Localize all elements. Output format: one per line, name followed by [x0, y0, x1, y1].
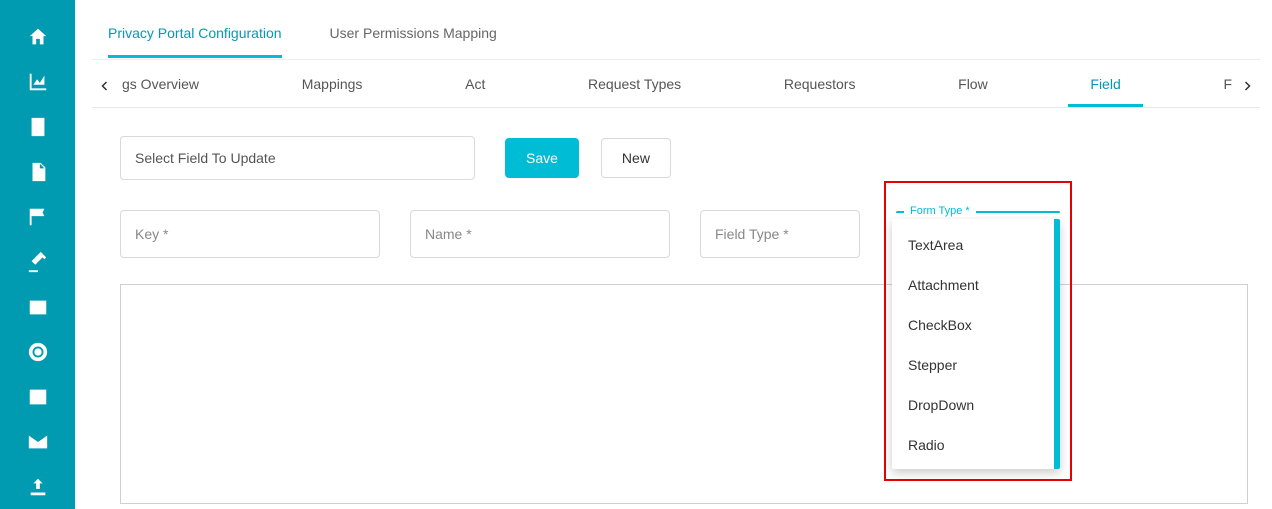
dropdown-options-list: TextArea Attachment CheckBox Stepper Dro…	[892, 219, 1060, 469]
option-stepper[interactable]: Stepper	[892, 345, 1060, 385]
sub-tabs: gs Overview Mappings Act Request Types R…	[118, 64, 1234, 107]
option-attachment[interactable]: Attachment	[892, 265, 1060, 305]
chevron-right-icon	[1241, 80, 1253, 92]
chart-icon	[27, 71, 49, 93]
nav-lifebuoy[interactable]	[0, 329, 75, 374]
content-area	[120, 284, 1248, 504]
key-input[interactable]: Key *	[120, 210, 380, 258]
new-button[interactable]: New	[601, 138, 671, 178]
nav-home[interactable]	[0, 14, 75, 59]
select-field-placeholder: Select Field To Update	[135, 150, 276, 166]
toolbar: Select Field To Update Save New	[120, 136, 671, 180]
sub-tab-overview[interactable]: gs Overview	[118, 64, 221, 107]
file-icon	[27, 161, 49, 183]
sub-tabs-container: gs Overview Mappings Act Request Types R…	[92, 64, 1260, 108]
nav-gavel[interactable]	[0, 239, 75, 284]
nav-upload[interactable]	[0, 464, 75, 509]
name-input-label: Name *	[425, 226, 472, 242]
tab-privacy-portal-config[interactable]: Privacy Portal Configuration	[108, 11, 282, 58]
newspaper-icon	[27, 386, 49, 408]
side-nav	[0, 0, 75, 509]
sub-tab-request-types[interactable]: Request Types	[566, 64, 703, 107]
dropdown-scrollbar[interactable]	[1054, 219, 1060, 469]
envelope-icon	[27, 431, 49, 453]
nav-envelope[interactable]	[0, 419, 75, 464]
option-checkbox[interactable]: CheckBox	[892, 305, 1060, 345]
save-button[interactable]: Save	[505, 138, 579, 178]
key-input-label: Key *	[135, 226, 168, 242]
lifebuoy-icon	[27, 341, 49, 363]
fieldset-border	[970, 211, 1060, 213]
name-input[interactable]: Name *	[410, 210, 670, 258]
form-type-dropdown-wrap: Form Type * TextArea Attachment CheckBox…	[884, 181, 1072, 481]
nav-newspaper[interactable]	[0, 374, 75, 419]
top-tabs: Privacy Portal Configuration User Permis…	[92, 10, 1260, 60]
option-dropdown[interactable]: DropDown	[892, 385, 1060, 425]
nav-flag[interactable]	[0, 194, 75, 239]
flag-icon	[27, 206, 49, 228]
scroll-right-button[interactable]	[1234, 64, 1260, 107]
inbox-icon	[27, 296, 49, 318]
building-icon	[27, 116, 49, 138]
gavel-icon	[27, 251, 49, 273]
nav-file[interactable]	[0, 149, 75, 194]
sub-tab-next-partial[interactable]: F	[1201, 64, 1234, 107]
scroll-left-button[interactable]	[92, 64, 118, 107]
option-textarea[interactable]: TextArea	[892, 225, 1060, 265]
sub-tab-mappings[interactable]: Mappings	[280, 64, 385, 107]
upload-icon	[27, 476, 49, 498]
sub-tab-field[interactable]: Field	[1068, 64, 1142, 107]
sub-tab-flow[interactable]: Flow	[936, 64, 1010, 107]
sub-tab-requestors[interactable]: Requestors	[762, 64, 878, 107]
field-type-input[interactable]: Field Type *	[700, 210, 860, 258]
chevron-left-icon	[99, 80, 111, 92]
field-type-input-label: Field Type *	[715, 226, 789, 242]
form-type-dropdown[interactable]: TextArea Attachment CheckBox Stepper Dro…	[892, 219, 1060, 469]
select-field-to-update[interactable]: Select Field To Update	[120, 136, 475, 180]
fields-row: Key * Name * Field Type *	[120, 210, 860, 258]
option-radio[interactable]: Radio	[892, 425, 1060, 465]
nav-building[interactable]	[0, 104, 75, 149]
home-icon	[27, 26, 49, 48]
tab-user-permissions-mapping[interactable]: User Permissions Mapping	[330, 11, 497, 58]
sub-tab-act[interactable]: Act	[443, 64, 507, 107]
nav-chart[interactable]	[0, 59, 75, 104]
nav-inbox[interactable]	[0, 284, 75, 329]
form-type-label: Form Type *	[904, 205, 976, 217]
